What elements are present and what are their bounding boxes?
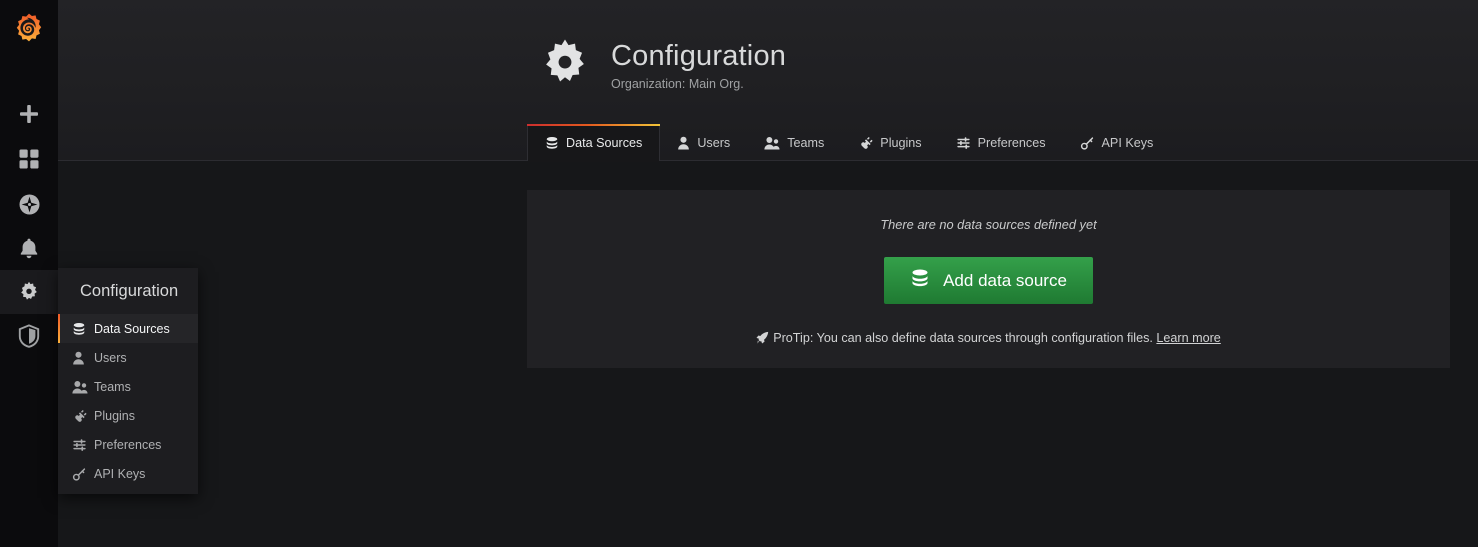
user-icon — [677, 136, 690, 150]
bell-icon — [18, 237, 40, 259]
protip-message: ProTip: You can also define data sources… — [773, 331, 1153, 345]
flyout-item-users[interactable]: Users — [58, 343, 198, 372]
database-icon — [545, 136, 559, 150]
user-icon — [72, 351, 94, 365]
key-icon — [1080, 136, 1095, 150]
flyout-item-label: Plugins — [94, 409, 135, 423]
compass-icon — [18, 193, 41, 216]
tab-label: Plugins — [880, 136, 921, 150]
app-root: Configuration Data Sources Users — [0, 0, 1478, 547]
flyout-item-label: API Keys — [94, 467, 145, 481]
flyout-title: Configuration — [58, 268, 198, 314]
users-icon — [72, 380, 94, 394]
database-icon — [910, 268, 930, 293]
sidebar-item-explore[interactable] — [0, 182, 58, 226]
add-data-source-label: Add data source — [943, 271, 1067, 291]
flyout-item-label: Data Sources — [94, 322, 170, 336]
users-icon — [764, 136, 780, 150]
plus-icon — [18, 103, 40, 125]
empty-state-message: There are no data sources defined yet — [527, 190, 1450, 232]
flyout-item-label: Preferences — [94, 438, 161, 452]
tab-teams[interactable]: Teams — [747, 124, 841, 161]
database-icon — [72, 322, 94, 336]
tab-data-sources[interactable]: Data Sources — [527, 124, 660, 161]
flyout-item-label: Teams — [94, 380, 131, 394]
dashboards-icon — [18, 148, 40, 170]
flyout-item-teams[interactable]: Teams — [58, 372, 198, 401]
gear-icon — [17, 280, 41, 304]
plugin-icon — [72, 409, 94, 423]
tab-api-keys[interactable]: API Keys — [1063, 124, 1171, 161]
tab-preferences[interactable]: Preferences — [939, 124, 1063, 161]
shield-icon — [18, 324, 40, 348]
add-data-source-button[interactable]: Add data source — [884, 257, 1093, 304]
configuration-flyout-menu: Configuration Data Sources Users — [58, 268, 198, 494]
page-subtitle: Organization: Main Org. — [611, 77, 786, 91]
tab-label: Teams — [787, 136, 824, 150]
grafana-logo-button[interactable] — [0, 0, 58, 58]
page-header: Configuration Organization: Main Org. — [537, 36, 786, 97]
key-icon — [72, 467, 94, 481]
add-data-source-button-wrap: Add data source — [527, 257, 1450, 304]
sliders-icon — [72, 438, 94, 452]
rocket-icon — [756, 331, 769, 347]
configuration-tabs: Data Sources Users Teams — [527, 124, 1170, 161]
flyout-item-data-sources[interactable]: Data Sources — [58, 314, 198, 343]
data-sources-panel: There are no data sources defined yet Ad… — [527, 190, 1450, 368]
tab-label: API Keys — [1102, 136, 1154, 150]
flyout-item-plugins[interactable]: Plugins — [58, 401, 198, 430]
tab-label: Data Sources — [566, 136, 642, 150]
flyout-item-label: Users — [94, 351, 127, 365]
sidebar-item-alerting[interactable] — [0, 226, 58, 270]
tab-label: Preferences — [978, 136, 1046, 150]
tab-label: Users — [697, 136, 730, 150]
tab-users[interactable]: Users — [660, 124, 747, 161]
sidebar-item-create[interactable] — [0, 92, 58, 136]
protip-text: ProTip: You can also define data sources… — [527, 331, 1450, 347]
flyout-item-api-keys[interactable]: API Keys — [58, 459, 198, 488]
sidebar-item-server-admin[interactable] — [0, 314, 58, 358]
page-title: Configuration — [611, 40, 786, 72]
main-sidebar — [0, 0, 58, 547]
sidebar-item-dashboards[interactable] — [0, 137, 58, 181]
plugin-icon — [858, 136, 873, 150]
grafana-logo — [12, 12, 46, 46]
tab-plugins[interactable]: Plugins — [841, 124, 938, 161]
flyout-item-preferences[interactable]: Preferences — [58, 430, 198, 459]
gear-icon — [537, 36, 593, 97]
sliders-icon — [956, 136, 971, 150]
sidebar-item-configuration[interactable] — [0, 270, 58, 314]
learn-more-link[interactable]: Learn more — [1156, 331, 1220, 345]
